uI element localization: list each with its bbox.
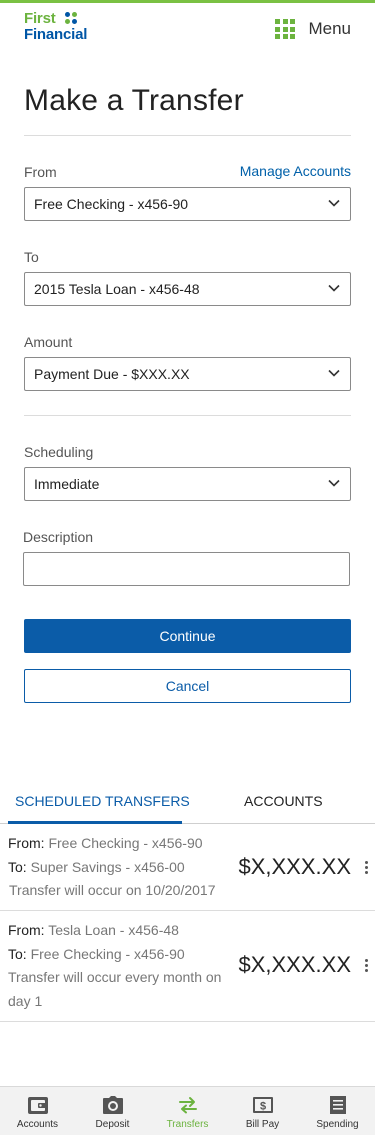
transfer-from: From: Tesla Loan - x456-48	[8, 922, 179, 938]
scheduled-transfer-item[interactable]: From: Tesla Loan - x456-48 To: Free Chec…	[0, 911, 375, 1022]
nav-accounts[interactable]: Accounts	[0, 1087, 75, 1135]
nav-transfers[interactable]: Transfers	[150, 1087, 225, 1135]
more-options-icon[interactable]	[365, 959, 369, 973]
title-divider	[24, 135, 351, 136]
cancel-button[interactable]: Cancel	[24, 669, 351, 703]
transfer-from-account: Tesla Loan - x456-48	[48, 922, 179, 938]
transfers-tab-bar: SCHEDULED TRANSFERS ACCOUNTS	[0, 784, 375, 824]
transfer-to-label: To:	[8, 946, 27, 962]
nav-bill-pay-label: Bill Pay	[245, 1119, 280, 1130]
description-label: Description	[23, 529, 94, 545]
menu-button[interactable]: Menu	[275, 17, 351, 41]
nav-spending[interactable]: Spending	[300, 1087, 375, 1135]
transfer-schedule-note: Transfer will occur every month on day 1	[8, 969, 222, 1009]
form-divider	[24, 415, 351, 416]
transfer-amount: $X,XXX.XX	[238, 952, 351, 977]
brand-name-line1: First	[24, 10, 56, 27]
nav-transfers-label: Transfers	[166, 1119, 209, 1130]
transfer-to: To: Free Checking - x456-90	[8, 946, 185, 962]
chevron-down-icon	[328, 284, 340, 292]
chevron-down-icon	[328, 369, 340, 377]
dollar-bill-icon: $	[252, 1097, 273, 1113]
amount-select[interactable]: Payment Due - $XXX.XX	[24, 357, 351, 391]
transfer-schedule-note: Transfer will occur on 10/20/2017	[9, 882, 216, 898]
to-label: To	[24, 249, 39, 265]
nav-deposit-label: Deposit	[95, 1119, 130, 1130]
nav-accounts-label: Accounts	[16, 1119, 59, 1130]
camera-icon	[102, 1096, 123, 1114]
to-account-select[interactable]: 2015 Tesla Loan - x456-48	[24, 272, 351, 306]
amount-value: Payment Due - $XXX.XX	[34, 366, 190, 382]
amount-label: Amount	[24, 334, 73, 350]
scheduling-select[interactable]: Immediate	[24, 467, 351, 501]
nav-bill-pay[interactable]: $ Bill Pay	[225, 1087, 300, 1135]
transfer-from: From: Free Checking - x456-90	[8, 835, 203, 851]
scheduled-transfer-item[interactable]: From: Free Checking - x456-90 To: Super …	[0, 824, 375, 911]
nav-deposit[interactable]: Deposit	[75, 1087, 150, 1135]
svg-text:$: $	[259, 1101, 265, 1113]
description-input[interactable]	[23, 552, 350, 586]
to-account-value: 2015 Tesla Loan - x456-48	[34, 281, 200, 297]
manage-accounts-link[interactable]: Manage Accounts	[240, 163, 351, 179]
transfer-from-account: Free Checking - x456-90	[48, 835, 203, 851]
transfer-to-label: To:	[8, 859, 27, 875]
app-header: First Financial Menu	[0, 3, 375, 55]
scheduling-label: Scheduling	[24, 444, 94, 460]
transfer-to-account: Free Checking - x456-90	[30, 946, 185, 962]
brand-name-line2: Financial	[24, 26, 88, 43]
grid-menu-icon	[275, 19, 296, 39]
tab-accounts[interactable]: ACCOUNTS	[244, 793, 323, 809]
transfer-amount: $X,XXX.XX	[238, 854, 351, 879]
transfer-to-account: Super Savings - x456-00	[30, 859, 185, 875]
brand-dots-icon	[65, 12, 79, 26]
bottom-navigation: Accounts Deposit Transfers $ Bill Pay Sp…	[0, 1086, 375, 1135]
chevron-down-icon	[328, 199, 340, 207]
wallet-icon	[27, 1097, 48, 1114]
from-account-value: Free Checking - x456-90	[34, 196, 189, 212]
more-options-icon[interactable]	[365, 861, 369, 875]
transfer-from-label: From:	[8, 835, 45, 851]
transfer-to: To: Super Savings - x456-00	[8, 859, 185, 875]
scheduling-value: Immediate	[34, 476, 100, 492]
receipt-icon	[329, 1096, 346, 1114]
page-title: Make a Transfer	[24, 84, 244, 117]
chevron-down-icon	[328, 479, 340, 487]
continue-button[interactable]: Continue	[24, 619, 351, 653]
menu-label: Menu	[308, 19, 351, 38]
from-account-select[interactable]: Free Checking - x456-90	[24, 187, 351, 221]
tab-scheduled-transfers[interactable]: SCHEDULED TRANSFERS	[15, 793, 190, 809]
brand-logo[interactable]: First Financial	[24, 11, 94, 47]
transfer-arrows-icon	[178, 1097, 197, 1114]
from-label: From	[24, 164, 57, 180]
transfer-from-label: From:	[8, 922, 45, 938]
nav-spending-label: Spending	[316, 1119, 359, 1130]
